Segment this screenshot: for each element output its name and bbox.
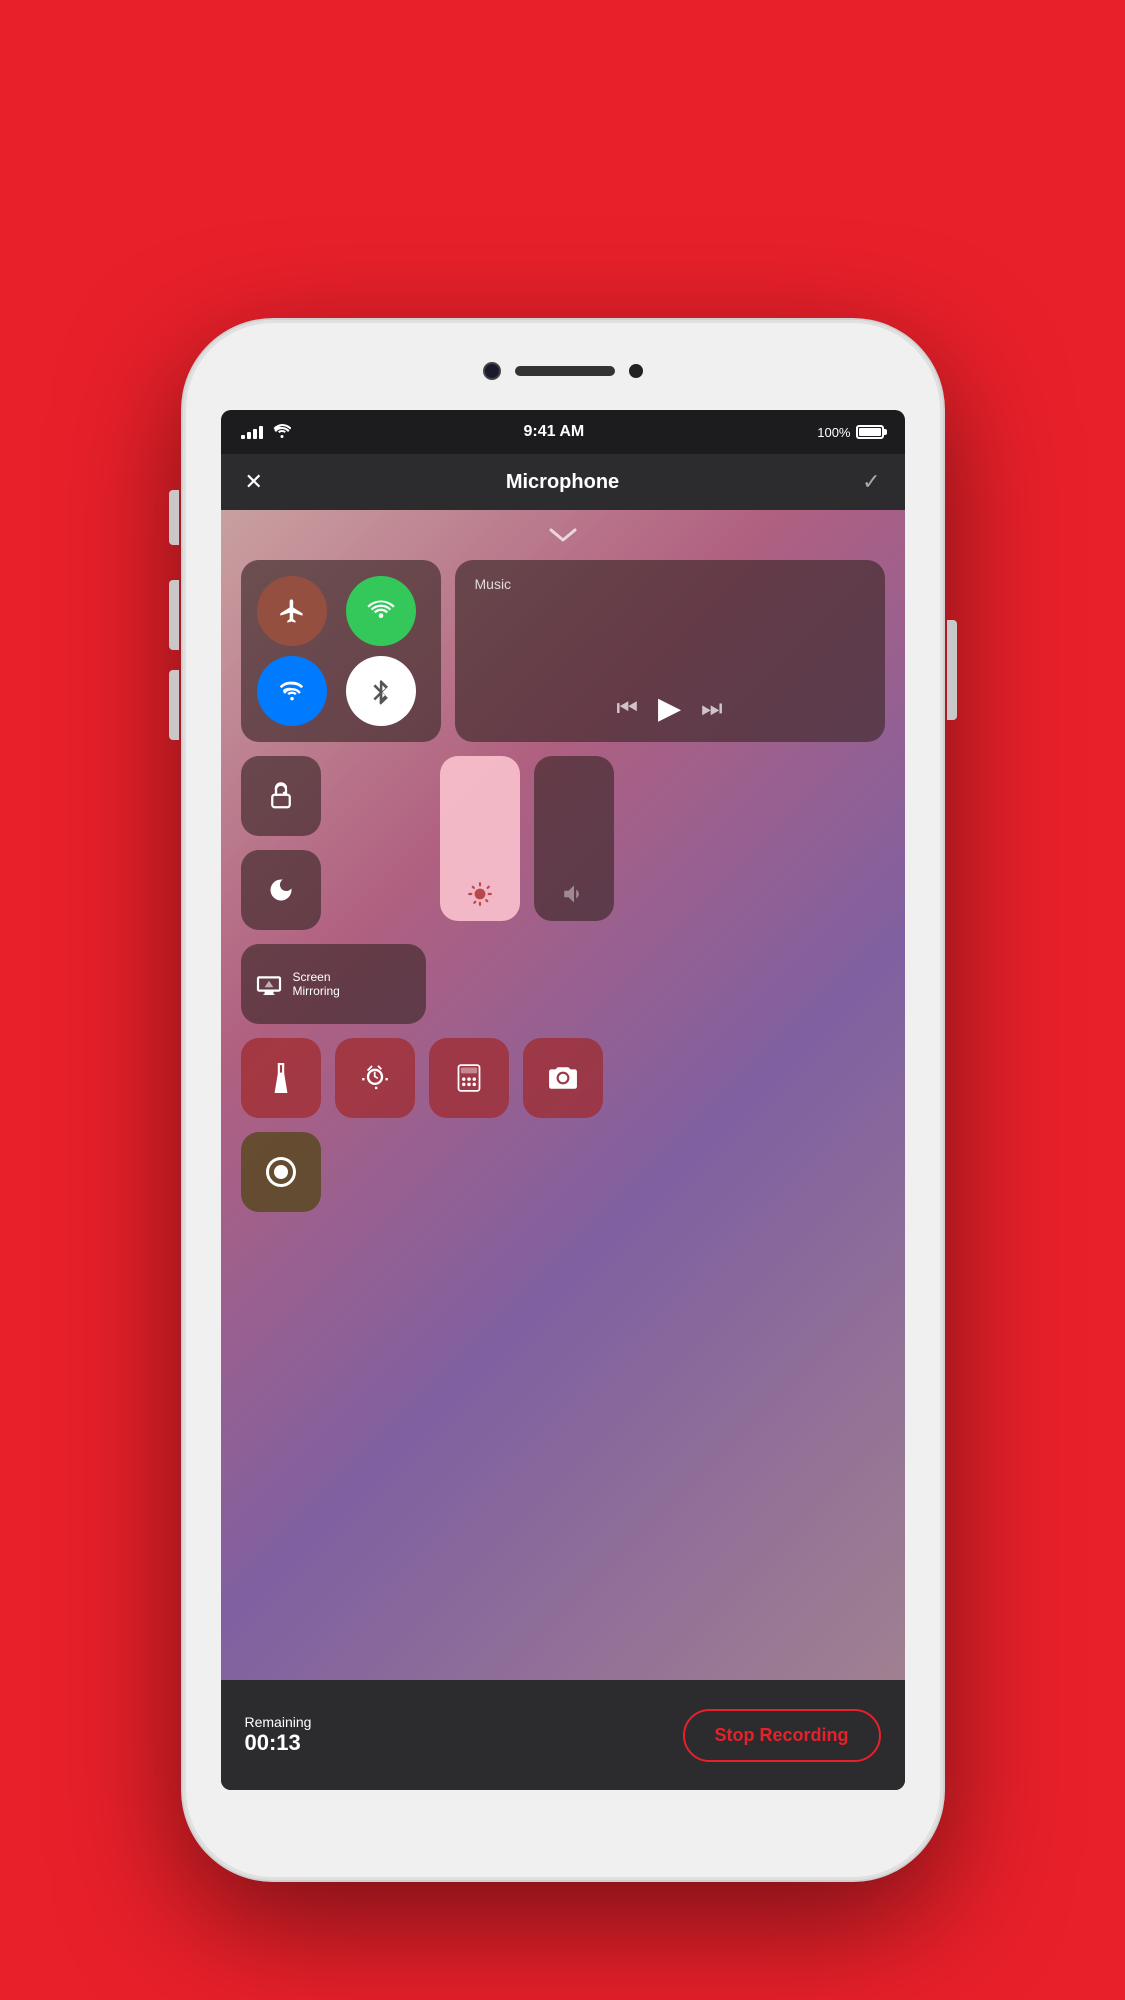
chevron-icon [547, 524, 579, 550]
airplane-mode-button[interactable] [257, 576, 327, 646]
power-button [947, 620, 957, 720]
bluetooth-toggle-button[interactable] [346, 656, 416, 726]
status-time: 9:41 AM [523, 423, 584, 441]
screen-mirror-icon [255, 973, 283, 995]
left-controls: ScreenMirroring [241, 756, 426, 1024]
do-not-disturb-button[interactable] [241, 850, 321, 930]
control-center: Music ⏮ ▶ ⏭ [221, 510, 905, 1680]
bottom-bar: Remaining 00:13 Stop Recording [221, 1680, 905, 1790]
brightness-slider[interactable] [440, 756, 520, 921]
camera-button[interactable] [523, 1038, 603, 1118]
camera-dot [483, 362, 501, 380]
signal-bar-3 [253, 429, 257, 439]
status-left [241, 424, 291, 441]
signal-bars [241, 425, 263, 439]
status-bar: 9:41 AM 100% [221, 410, 905, 454]
timer-button[interactable] [335, 1038, 415, 1118]
record-inner [266, 1157, 296, 1187]
remaining-time: 00:13 [245, 1730, 312, 1756]
orientation-lock-button[interactable] [241, 756, 321, 836]
rewind-button[interactable]: ⏮ [616, 695, 638, 723]
cc-panels: Music ⏮ ▶ ⏭ [241, 560, 885, 1670]
volume-slider[interactable] [534, 756, 614, 921]
cc-row1: Music ⏮ ▶ ⏭ [241, 560, 885, 742]
mute-button [169, 490, 179, 545]
calculator-button[interactable] [429, 1038, 509, 1118]
play-button[interactable]: ▶ [658, 691, 681, 726]
battery-fill [859, 428, 881, 436]
remaining-label: Remaining [245, 1714, 312, 1730]
connectivity-panel [241, 560, 441, 742]
music-label: Music [475, 576, 865, 592]
hotspot-button[interactable] [346, 576, 416, 646]
speaker-bar [515, 366, 615, 376]
wifi-toggle-button[interactable] [257, 656, 327, 726]
music-panel: Music ⏮ ▶ ⏭ [455, 560, 885, 742]
cc-row3 [241, 1038, 885, 1118]
record-dot [274, 1165, 288, 1179]
volume-down-button [169, 670, 179, 740]
close-button[interactable]: ✕ [245, 469, 263, 495]
battery-icon [856, 425, 884, 439]
front-camera [629, 364, 643, 378]
cc-row4 [241, 1132, 885, 1212]
fast-forward-button[interactable]: ⏭ [701, 695, 723, 723]
signal-bar-1 [241, 435, 245, 439]
signal-bar-4 [259, 426, 263, 439]
status-right: 100% [817, 425, 884, 440]
phone-mockup: 9:41 AM 100% ✕ Microphone ✓ [183, 320, 943, 1880]
screen-mirror-text: ScreenMirroring [293, 970, 340, 999]
screen-record-button[interactable] [241, 1132, 321, 1212]
nav-bar: ✕ Microphone ✓ [221, 454, 905, 510]
remaining-section: Remaining 00:13 [245, 1714, 312, 1756]
phone-top-elements [483, 362, 643, 380]
check-button[interactable]: ✓ [862, 469, 880, 495]
wifi-status-icon [273, 424, 291, 441]
phone-screen: 9:41 AM 100% ✕ Microphone ✓ [221, 410, 905, 1790]
stop-recording-button[interactable]: Stop Recording [683, 1709, 881, 1762]
nav-title: Microphone [506, 471, 619, 494]
cc-row2: ScreenMirroring [241, 756, 885, 1024]
battery-percent: 100% [817, 425, 850, 440]
brightness-icon [467, 881, 493, 907]
volume-up-button [169, 580, 179, 650]
signal-bar-2 [247, 432, 251, 439]
screen-mirroring-button[interactable]: ScreenMirroring [241, 944, 426, 1024]
volume-icon [561, 881, 587, 907]
flashlight-button[interactable] [241, 1038, 321, 1118]
music-controls: ⏮ ▶ ⏭ [475, 691, 865, 726]
